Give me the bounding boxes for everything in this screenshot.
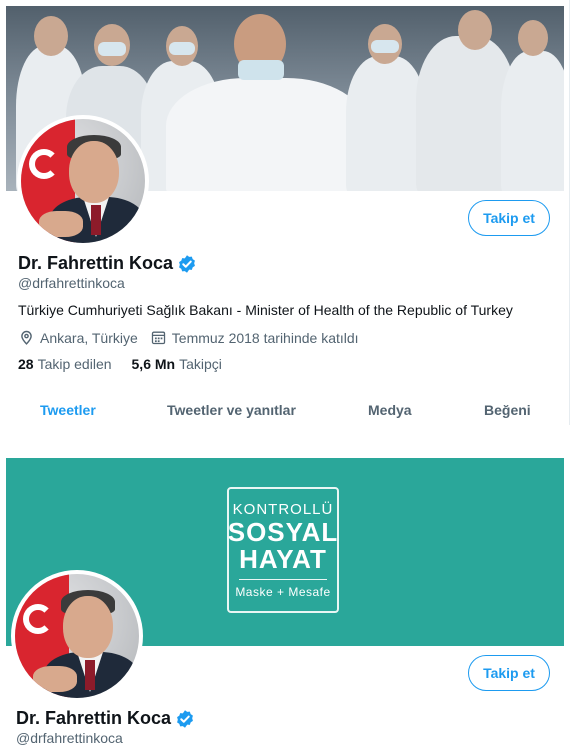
followers-link[interactable]: 5,6 Mn Takipçi — [132, 356, 222, 372]
tab-tweets[interactable]: Tweetler — [40, 402, 96, 418]
calendar-icon — [151, 331, 165, 345]
profile-avatar[interactable] — [11, 570, 143, 702]
name-row: Dr. Fahrettin Koca — [16, 708, 195, 729]
campaign-logo: KONTROLLÜ SOSYAL HAYAT Maske + Mesafe — [227, 487, 339, 613]
logo-line-3: HAYAT — [239, 544, 327, 574]
followers-label: Takipçi — [179, 356, 222, 372]
logo-divider — [239, 579, 327, 580]
following-label: Takip edilen — [37, 356, 112, 372]
bio: Türkiye Cumhuriyeti Sağlık Bakanı - Mini… — [18, 302, 513, 318]
follow-button[interactable]: Takip et — [468, 200, 550, 236]
display-name: Dr. Fahrettin Koca — [18, 253, 174, 273]
verified-badge-icon — [177, 709, 193, 728]
tab-tweets-and-replies[interactable]: Tweetler ve yanıtlar — [167, 402, 296, 418]
profile-avatar[interactable] — [17, 115, 149, 247]
tab-likes[interactable]: Beğeni — [484, 402, 531, 418]
logo-line-2: SOSYAL — [227, 517, 339, 547]
logo-line-4: Maske + Mesafe — [235, 585, 331, 599]
followers-count: 5,6 Mn — [131, 356, 176, 372]
profile-header-after: KONTROLLÜ SOSYAL HAYAT Maske + Mesafe Ta… — [0, 458, 570, 748]
follow-stats: 28 Takip edilen 5,6 Mn Takipçi — [18, 356, 222, 372]
profile-meta: Ankara, Türkiye Temmuz 2018 tarihinde ka… — [18, 329, 359, 346]
following-link[interactable]: 28 Takip edilen — [18, 356, 112, 372]
joined-date-text: Temmuz 2018 tarihinde katıldı — [171, 329, 359, 346]
profile-header-before: Takip et Dr. Fahrettin Koca @drfahrettin… — [0, 0, 570, 425]
follow-button[interactable]: Takip et — [468, 655, 550, 691]
handle: @drfahrettinkoca — [18, 275, 125, 291]
verified-badge-icon — [179, 254, 195, 273]
location-text: Ankara, Türkiye — [40, 329, 138, 346]
name-row: Dr. Fahrettin Koca — [18, 253, 197, 274]
handle: @drfahrettinkoca — [16, 730, 123, 746]
display-name: Dr. Fahrettin Koca — [16, 708, 172, 728]
tab-media[interactable]: Medya — [368, 402, 412, 418]
location-pin-icon — [21, 330, 32, 345]
following-count: 28 — [18, 356, 34, 372]
